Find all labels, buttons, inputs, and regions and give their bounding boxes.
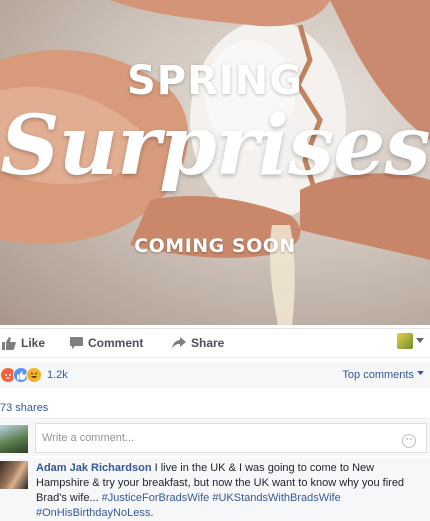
shares-count-link[interactable]: 73 shares bbox=[0, 402, 48, 414]
hashtag-link[interactable]: #UKStandsWithBradsWife bbox=[212, 492, 340, 504]
thumbs-up-icon bbox=[2, 336, 16, 350]
page-avatar bbox=[397, 333, 413, 349]
hero-subtitle-coming-soon: COMING SOON bbox=[134, 235, 296, 257]
like-label: Like bbox=[21, 336, 46, 350]
share-arrow-icon bbox=[172, 337, 186, 349]
emoji-icon[interactable] bbox=[402, 434, 416, 448]
reactions-summary: 1.2k Top comments bbox=[0, 362, 430, 388]
comment-input[interactable]: Write a comment... bbox=[35, 423, 427, 453]
current-user-avatar bbox=[0, 425, 28, 453]
comment-author-link[interactable]: Adam Jak Richardson bbox=[36, 462, 152, 474]
hero-title-surprises: Surprises bbox=[0, 98, 430, 194]
caret-down-icon bbox=[417, 371, 424, 376]
share-button[interactable]: Share bbox=[172, 336, 224, 350]
like-button[interactable]: Like bbox=[2, 336, 45, 350]
share-label: Share bbox=[191, 336, 225, 350]
haha-icon bbox=[26, 367, 42, 383]
comment-item: Adam Jak Richardson I live in the UK & I… bbox=[0, 458, 430, 521]
chevron-down-icon bbox=[416, 338, 424, 343]
reaction-icons[interactable] bbox=[0, 367, 42, 383]
comment-tail: . bbox=[150, 507, 154, 519]
hashtag-link[interactable]: #OnHisBirthdayNoLess bbox=[36, 507, 150, 519]
comment-as-selector[interactable] bbox=[397, 333, 424, 349]
reaction-count[interactable]: 1.2k bbox=[47, 369, 68, 381]
comment-bubble-icon bbox=[70, 337, 83, 349]
hashtag-link[interactable]: #JusticeForBradsWife bbox=[102, 492, 210, 504]
comment-button[interactable]: Comment bbox=[70, 336, 143, 350]
post-action-bar: Like Comment Share bbox=[0, 328, 430, 358]
comment-body: Adam Jak Richardson I live in the UK & I… bbox=[36, 461, 426, 521]
top-comments-label: Top comments bbox=[342, 369, 414, 381]
comment-input-placeholder: Write a comment... bbox=[42, 432, 135, 444]
top-comments-dropdown[interactable]: Top comments bbox=[342, 369, 424, 381]
commenter-avatar[interactable] bbox=[0, 461, 28, 489]
comment-label: Comment bbox=[88, 336, 144, 350]
post-image[interactable]: SPRING Surprises COMING SOON bbox=[0, 0, 430, 325]
comment-composer: Write a comment... bbox=[0, 420, 430, 456]
divider bbox=[0, 418, 430, 419]
